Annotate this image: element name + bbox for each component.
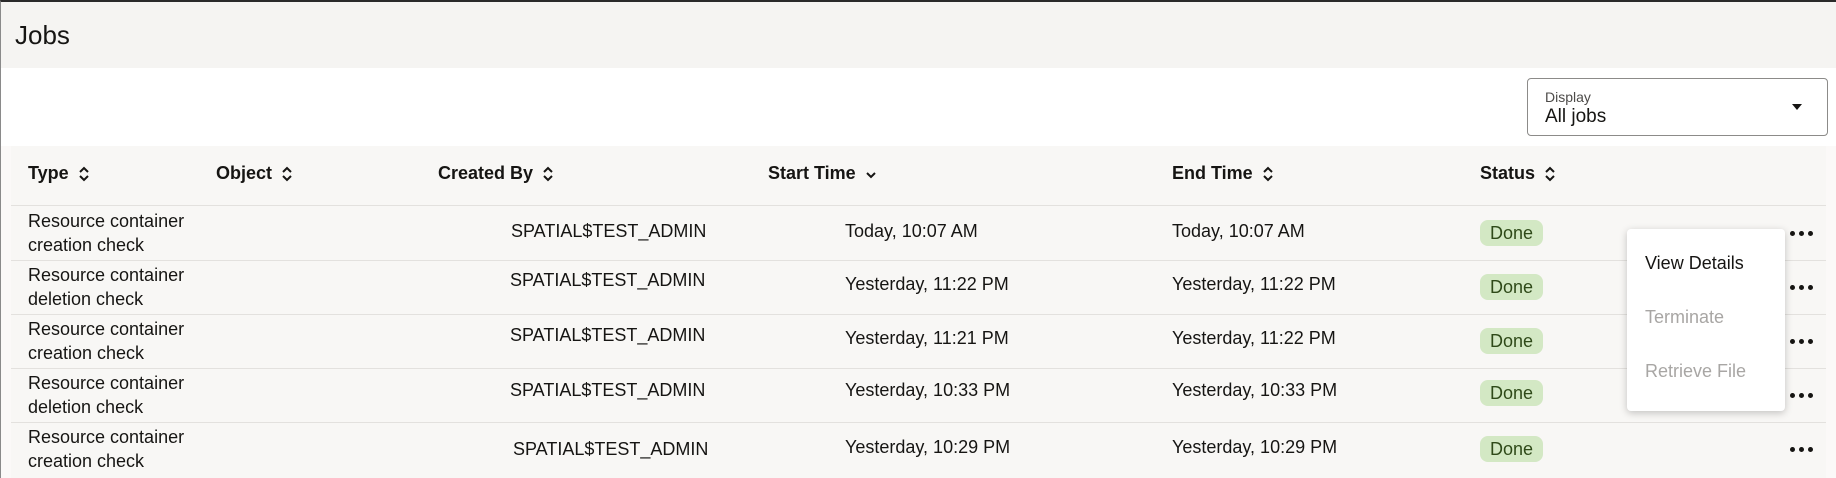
more-horizontal-icon [1789, 338, 1795, 344]
table-row[interactable]: Resource container creation check SPATIA… [11, 206, 1826, 261]
table-row[interactable]: Resource container creation check SPATIA… [11, 314, 1826, 369]
column-header-start-time[interactable]: Start Time [768, 163, 878, 184]
table-header: Type Object Created By Start Time End Ti… [11, 146, 1826, 206]
display-filter-select[interactable]: Display All jobs [1527, 78, 1828, 136]
row-actions-menu: View Details Terminate Retrieve File [1627, 229, 1785, 411]
jobs-table: Type Object Created By Start Time End Ti… [11, 146, 1826, 478]
cell-type: Resource container creation check [28, 427, 185, 471]
status-badge: Done [1480, 274, 1544, 300]
cell-created-by: SPATIAL$TEST_ADMIN [510, 380, 706, 400]
row-actions-button[interactable] [1786, 327, 1816, 355]
more-horizontal-icon [1789, 446, 1795, 452]
cell-start-time: Today, 10:07 AM [845, 221, 978, 241]
row-actions-button[interactable] [1786, 435, 1816, 463]
cell-end-time: Today, 10:07 AM [1172, 221, 1305, 241]
cell-type: Resource container deletion check [28, 265, 185, 309]
cell-created-by: SPATIAL$TEST_ADMIN [510, 270, 706, 290]
cell-end-time: Yesterday, 10:29 PM [1172, 437, 1338, 457]
cell-created-by: SPATIAL$TEST_ADMIN [510, 325, 706, 345]
cell-type: Resource container creation check [28, 211, 185, 255]
display-filter-label: Display [1545, 89, 1591, 105]
column-header-object[interactable]: Object [216, 163, 294, 184]
menu-item-retrieve-file: Retrieve File [1645, 361, 1747, 381]
table-row[interactable]: Resource container deletion check SPATIA… [11, 368, 1826, 423]
sort-updown-icon [543, 166, 553, 182]
column-header-type[interactable]: Type [28, 163, 91, 184]
column-header-created-by[interactable]: Created By [438, 163, 555, 184]
status-badge: Done [1480, 436, 1544, 462]
display-filter-value: All jobs [1545, 106, 1607, 127]
column-header-status[interactable]: Status [1480, 163, 1557, 184]
sort-updown-icon [282, 166, 292, 182]
row-actions-button[interactable] [1786, 219, 1816, 247]
caret-down-icon [1792, 104, 1802, 110]
more-horizontal-icon [1789, 392, 1795, 398]
sort-updown-icon [1262, 166, 1273, 182]
menu-item-terminate: Terminate [1645, 307, 1725, 327]
cell-end-time: Yesterday, 11:22 PM [1172, 274, 1336, 294]
cell-end-time: Yesterday, 10:33 PM [1172, 380, 1338, 400]
chevron-down-icon [865, 172, 876, 179]
menu-item-view-details[interactable]: View Details [1645, 253, 1744, 274]
cell-start-time: Yesterday, 11:21 PM [845, 328, 1009, 348]
status-badge: Done [1480, 380, 1544, 406]
cell-start-time: Yesterday, 10:29 PM [845, 437, 1011, 457]
cell-start-time: Yesterday, 10:33 PM [845, 380, 1011, 400]
status-badge: Done [1480, 328, 1544, 354]
sort-updown-icon [78, 166, 89, 182]
column-header-end-time[interactable]: End Time [1172, 163, 1275, 184]
more-horizontal-icon [1789, 230, 1795, 236]
cell-start-time: Yesterday, 11:22 PM [845, 274, 1009, 294]
sort-updown-icon [1545, 166, 1555, 182]
page-title: Jobs [15, 20, 70, 50]
cell-type: Resource container creation check [28, 319, 185, 363]
row-actions-button[interactable] [1786, 273, 1816, 301]
row-actions-button[interactable] [1786, 381, 1816, 409]
cell-created-by: SPATIAL$TEST_ADMIN [513, 439, 709, 459]
table-row[interactable]: Resource container deletion check SPATIA… [11, 260, 1826, 315]
table-row[interactable]: Resource container creation check SPATIA… [11, 422, 1826, 476]
status-badge: Done [1480, 220, 1544, 246]
cell-type: Resource container deletion check [28, 373, 185, 417]
cell-end-time: Yesterday, 11:22 PM [1172, 328, 1336, 348]
cell-created-by: SPATIAL$TEST_ADMIN [511, 221, 707, 241]
page-header: Jobs [1, 2, 1836, 68]
more-horizontal-icon [1789, 284, 1795, 290]
